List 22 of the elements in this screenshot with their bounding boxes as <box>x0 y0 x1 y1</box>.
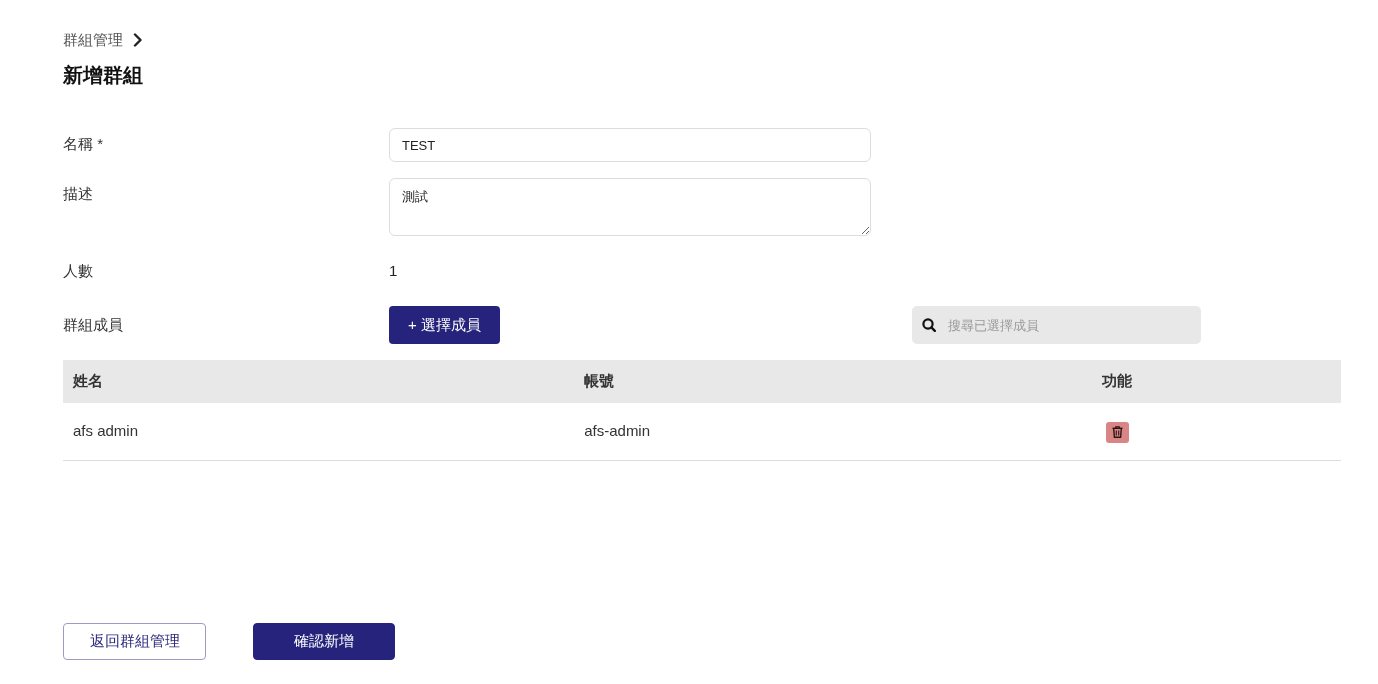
confirm-button[interactable]: 確認新增 <box>253 623 395 660</box>
trash-icon <box>1111 426 1123 438</box>
field-label: 人數 <box>63 261 93 279</box>
column-header: 姓名 <box>63 360 575 403</box>
breadcrumb-link[interactable]: 群組管理 <box>63 28 123 52</box>
search-icon <box>922 318 936 332</box>
field-label: 群組成員 <box>63 315 123 333</box>
column-header: 帳號 <box>574 360 894 403</box>
name-input[interactable]: TEST <box>389 128 871 162</box>
table-cell: afs-admin <box>574 403 894 460</box>
chevron-right-icon <box>133 33 143 47</box>
delete-button[interactable] <box>1105 421 1129 443</box>
field-label: 名稱 * <box>63 135 103 152</box>
table-cell: afs admin <box>63 403 575 460</box>
search-field[interactable]: 搜尋已選擇成員 <box>912 306 1201 344</box>
select-members-button[interactable]: + 選擇成員 <box>389 306 500 344</box>
field-label: 描述 <box>63 185 93 202</box>
description-textarea[interactable]: 測試 <box>389 178 871 236</box>
back-button[interactable]: 返回群組管理 <box>63 623 206 660</box>
field-value: 1 <box>389 260 398 281</box>
page-title: 新增群組 <box>63 63 143 88</box>
column-header: 功能 <box>893 360 1341 403</box>
